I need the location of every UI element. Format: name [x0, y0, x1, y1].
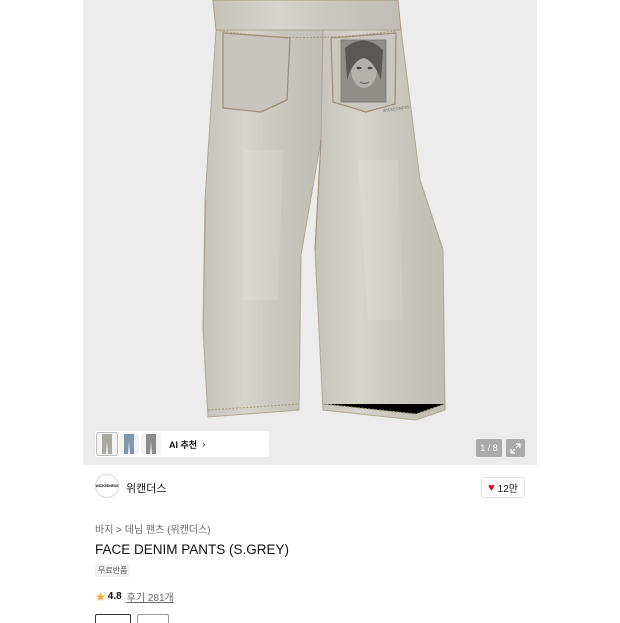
- thumbnail-grey[interactable]: [96, 432, 118, 456]
- brand-logo-text: WICKEDNESS: [95, 484, 119, 488]
- thumbnail-blue[interactable]: [119, 433, 139, 455]
- pants-thumbnail-icon: [124, 434, 134, 454]
- brand-row: WICKEDNESS 위캔더스 ♥ 12만: [95, 473, 525, 501]
- brand-logo[interactable]: WICKEDNESS: [95, 474, 119, 498]
- thumbnail-charcoal[interactable]: [141, 433, 161, 455]
- option-thumbnail[interactable]: [137, 614, 169, 623]
- product-title: FACE DENIM PANTS (S.GREY): [95, 542, 290, 557]
- pants-thumbnail-icon: [102, 434, 112, 454]
- product-image-gallery[interactable]: WICKEDNESS AI 추천 › 1 / 8: [83, 0, 537, 465]
- free-return-badge: 무료반품: [95, 564, 131, 577]
- ai-recommend-strip[interactable]: AI 추천 ›: [95, 431, 269, 457]
- product-page: WICKEDNESS AI 추천 › 1 / 8 WICKEDNESS 위캔더스…: [83, 0, 537, 623]
- like-button[interactable]: ♥ 12만: [481, 477, 525, 498]
- rating-score: 4.8: [107, 591, 122, 602]
- breadcrumb[interactable]: 바지 > 데님 팬츠 (위캔더스): [95, 521, 211, 536]
- pants-thumbnail-icon: [146, 434, 156, 454]
- ai-recommend-label: AI 추천: [169, 439, 198, 450]
- star-icon: ★: [95, 589, 106, 604]
- product-image: WICKEDNESS: [202, 0, 446, 421]
- heart-icon: ♥: [488, 481, 495, 494]
- expand-icon: [510, 442, 521, 454]
- like-count: 12만: [497, 484, 518, 495]
- review-count-link[interactable]: 후기 281개: [127, 589, 174, 604]
- rating-row[interactable]: ★ 4.8 후기 281개: [95, 589, 174, 605]
- expand-button[interactable]: [506, 439, 525, 457]
- brand-name[interactable]: 위캔더스: [126, 480, 166, 496]
- image-counter: 1 / 8: [476, 439, 502, 457]
- chevron-right-icon: ›: [202, 438, 206, 450]
- option-thumbnail[interactable]: [95, 614, 131, 623]
